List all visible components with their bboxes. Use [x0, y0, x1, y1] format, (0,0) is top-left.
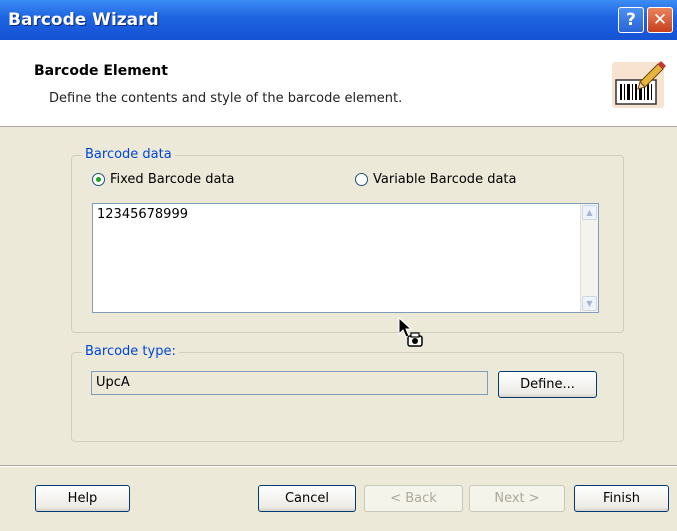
define-button[interactable]: Define... — [498, 371, 597, 398]
barcode-type-group-label: Barcode type: — [82, 344, 179, 359]
close-button[interactable]: ✕ — [647, 7, 673, 33]
barcode-type-value: UpcA — [96, 375, 130, 390]
variable-barcode-radio[interactable]: Variable Barcode data — [355, 172, 516, 187]
vertical-scrollbar[interactable]: ▲ ▼ — [580, 204, 598, 312]
help-title-button[interactable]: ? — [618, 7, 644, 33]
barcode-pen-icon — [612, 61, 666, 108]
finish-button[interactable]: Finish — [574, 485, 669, 512]
window-title: Barcode Wizard — [8, 10, 159, 30]
barcode-type-field: UpcA — [91, 371, 488, 395]
next-button[interactable]: Next > — [469, 485, 565, 512]
barcode-data-input[interactable]: 12345678999 ▲ ▼ — [92, 203, 599, 313]
cancel-button[interactable]: Cancel — [258, 485, 356, 512]
title-bar: Barcode Wizard ? ✕ — [0, 0, 677, 40]
scroll-up-icon[interactable]: ▲ — [582, 205, 597, 220]
barcode-data-group-label: Barcode data — [82, 147, 175, 162]
variable-barcode-label: Variable Barcode data — [373, 172, 517, 187]
footer-divider — [0, 465, 677, 467]
radio-unselected-icon — [355, 173, 368, 186]
radio-selected-icon — [92, 173, 105, 186]
fixed-barcode-label: Fixed Barcode data — [110, 172, 235, 187]
scroll-down-icon[interactable]: ▼ — [582, 296, 597, 311]
page-subtitle: Define the contents and style of the bar… — [49, 91, 403, 106]
back-button[interactable]: < Back — [364, 485, 463, 512]
fixed-barcode-radio[interactable]: Fixed Barcode data — [92, 172, 235, 187]
page-title: Barcode Element — [34, 63, 168, 79]
busy-cursor-icon — [398, 316, 423, 347]
barcode-data-value: 12345678999 — [97, 207, 188, 222]
wizard-header: Barcode Element Define the contents and … — [0, 40, 677, 127]
help-button[interactable]: Help — [35, 485, 130, 512]
